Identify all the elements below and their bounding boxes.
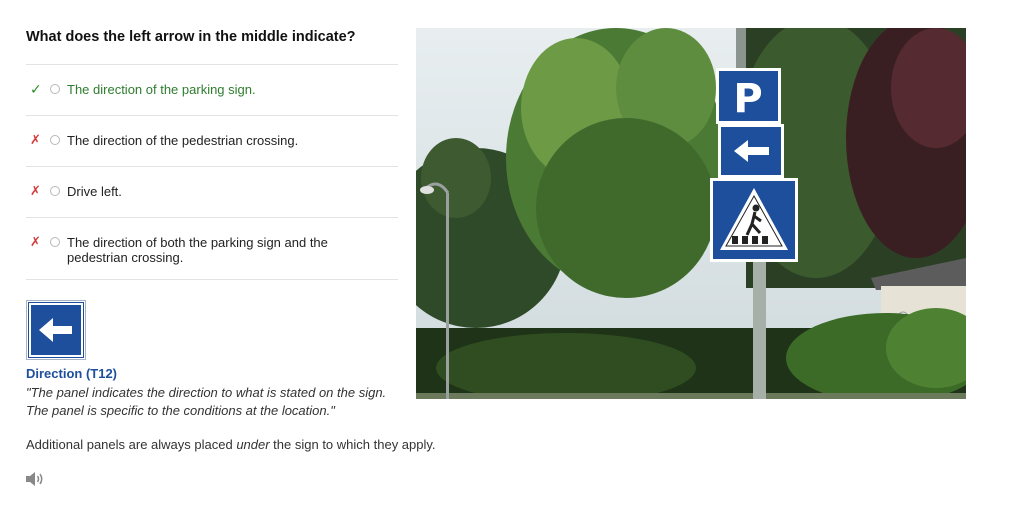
radio-button[interactable] — [50, 84, 60, 94]
radio-button[interactable] — [50, 135, 60, 145]
parking-sign-letter: P — [733, 76, 762, 122]
answer-option-1[interactable]: ✓ The direction of the parking sign. — [26, 64, 398, 115]
answer-label: The direction of the pedestrian crossing… — [67, 133, 299, 148]
answer-list: ✓ The direction of the parking sign. ✗ T… — [26, 64, 398, 280]
answer-label: Drive left. — [67, 184, 122, 199]
answer-option-4[interactable]: ✗ The direction of both the parking sign… — [26, 217, 398, 280]
left-arrow-panel-icon — [26, 300, 86, 360]
radio-button[interactable] — [50, 237, 60, 247]
checkmark-icon: ✓ — [30, 81, 42, 97]
answer-option-3[interactable]: ✗ Drive left. — [26, 166, 398, 217]
explanation-note: Additional panels are always placed unde… — [26, 437, 436, 452]
cross-icon: ✗ — [30, 234, 41, 249]
cross-icon: ✗ — [30, 132, 41, 147]
note-emphasis: under — [236, 437, 270, 452]
question-text: What does the left arrow in the middle i… — [26, 29, 356, 45]
answer-label: The direction of the parking sign. — [67, 82, 256, 97]
radio-button[interactable] — [50, 186, 60, 196]
cross-icon: ✗ — [30, 183, 41, 198]
answer-option-2[interactable]: ✗ The direction of the pedestrian crossi… — [26, 115, 398, 166]
sign-title: Direction (T12) — [26, 366, 118, 381]
road-signs-photo: P — [416, 28, 966, 399]
answer-label: The direction of both the parking sign a… — [67, 235, 328, 265]
sign-description: "The panel indicates the direction to wh… — [26, 385, 387, 418]
speaker-icon[interactable] — [25, 471, 45, 487]
